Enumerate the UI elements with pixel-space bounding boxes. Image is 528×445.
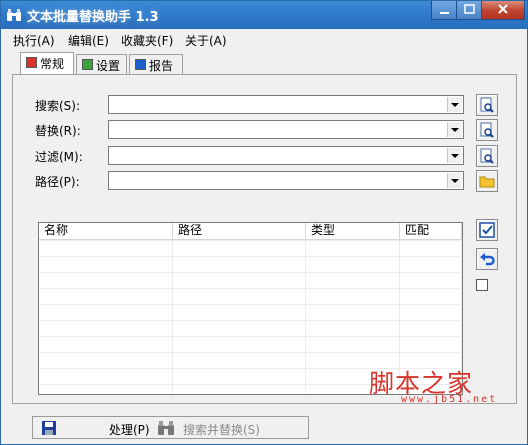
tab-general-label: 常规 (40, 57, 65, 71)
option-checkbox[interactable] (476, 279, 488, 291)
chevron-down-icon[interactable] (447, 173, 462, 188)
binoculars-icon (158, 421, 174, 435)
chevron-down-icon[interactable] (447, 122, 462, 137)
menu-bar: 执行(A) 编辑(E) 收藏夹(F) 关于(A) (1, 29, 527, 49)
minimize-icon (440, 12, 449, 14)
search-browse-button[interactable] (476, 94, 498, 116)
search-replace-button[interactable]: 搜索并替换(S) (183, 421, 260, 438)
column-header-path[interactable]: 路径 (173, 223, 306, 239)
column-divider (172, 240, 173, 394)
chevron-down-icon[interactable] (447, 148, 462, 163)
replace-label: 替换(R): (35, 124, 81, 138)
filter-browse-button[interactable] (476, 145, 498, 167)
action-bar: 处理(P) 搜索并替换(S) (32, 416, 309, 439)
menu-about[interactable]: 关于(A) (185, 32, 227, 49)
column-header-type[interactable]: 类型 (306, 223, 400, 239)
menu-edit[interactable]: 编辑(E) (68, 32, 109, 49)
search-doc-icon (480, 148, 494, 164)
undo-icon (480, 253, 495, 266)
column-divider (305, 240, 306, 394)
results-table-header: 名称 路径 类型 匹配 (39, 223, 462, 240)
search-doc-icon (480, 97, 494, 113)
blue-square-icon (135, 59, 146, 70)
close-button[interactable] (481, 1, 525, 20)
title-bar[interactable]: 文本批量替换助手 1.3 (1, 1, 527, 29)
tab-general[interactable]: 常规 (20, 52, 74, 75)
filter-label: 过滤(M): (35, 150, 83, 164)
undo-button[interactable] (476, 248, 498, 270)
chevron-down-icon[interactable] (447, 97, 462, 112)
column-header-name[interactable]: 名称 (39, 223, 173, 239)
maximize-button[interactable] (456, 1, 482, 20)
tab-settings-label: 设置 (96, 59, 121, 73)
replace-combo[interactable] (108, 120, 464, 139)
tab-settings[interactable]: 设置 (76, 54, 127, 74)
check-all-button[interactable] (476, 219, 498, 241)
watermark-url: www.jb51.net (401, 394, 498, 405)
binoculars-icon (7, 9, 21, 21)
menu-execute[interactable]: 执行(A) (13, 32, 55, 49)
maximize-icon (464, 4, 475, 14)
red-square-icon (26, 57, 37, 68)
app-window: 文本批量替换助手 1.3 执行(A) 编辑(E) 收藏夹(F) 关于(A) 常规… (0, 0, 528, 445)
tab-report[interactable]: 报告 (129, 54, 183, 74)
menu-favorites[interactable]: 收藏夹(F) (121, 32, 173, 49)
process-button[interactable]: 处理(P) (109, 421, 150, 438)
close-icon (498, 4, 508, 14)
filter-combo[interactable] (108, 146, 464, 165)
window-title: 文本批量替换助手 1.3 (27, 10, 159, 25)
search-combo[interactable] (108, 95, 464, 114)
path-combo[interactable] (108, 171, 464, 190)
replace-browse-button[interactable] (476, 119, 498, 141)
green-square-icon (82, 59, 93, 70)
tab-report-label: 报告 (149, 59, 174, 73)
save-disk-icon (42, 421, 56, 435)
check-icon (479, 222, 495, 238)
column-header-match[interactable]: 匹配 (400, 223, 462, 239)
search-doc-icon (480, 122, 494, 138)
path-browse-button[interactable] (476, 170, 498, 192)
search-label: 搜索(S): (35, 99, 81, 113)
folder-icon (479, 176, 495, 188)
minimize-button[interactable] (431, 1, 457, 20)
path-label: 路径(P): (35, 175, 80, 189)
